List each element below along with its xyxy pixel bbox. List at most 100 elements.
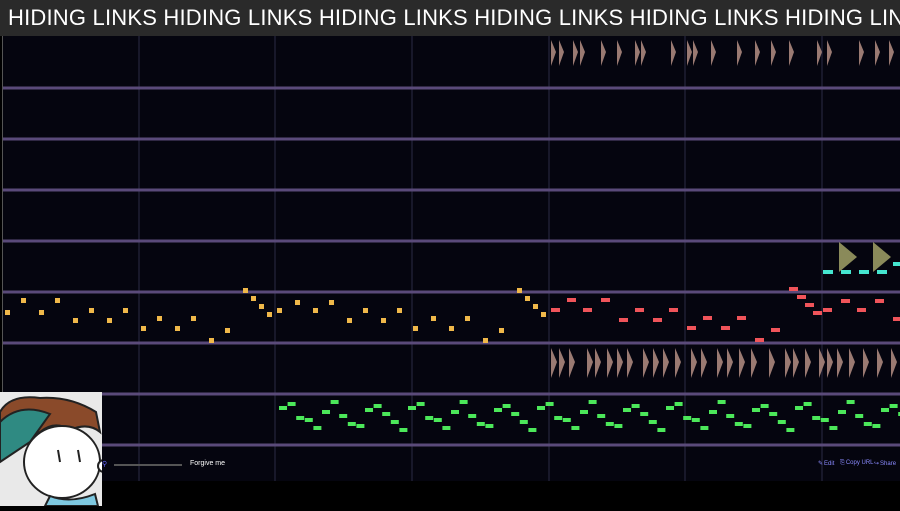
note-green xyxy=(408,406,416,410)
note-red xyxy=(653,318,662,322)
note-green xyxy=(683,416,692,420)
note-red xyxy=(669,308,678,312)
note-green xyxy=(795,406,803,410)
share-icon: ↪ xyxy=(874,461,880,467)
note-green xyxy=(623,408,631,412)
note-green xyxy=(872,424,881,428)
note-red xyxy=(857,308,866,312)
avatar-drawing xyxy=(0,396,111,507)
note-triangle xyxy=(877,348,883,378)
note-triangle xyxy=(607,348,613,378)
note-green xyxy=(648,420,657,424)
magnifier-icon[interactable]: ⚲ xyxy=(102,460,110,468)
note-yellow xyxy=(5,310,10,315)
note-green xyxy=(304,418,313,422)
note-red xyxy=(789,287,798,291)
note-green xyxy=(743,424,752,428)
channel-divider xyxy=(3,188,900,192)
note-green xyxy=(356,424,365,428)
note-triangle xyxy=(595,348,601,378)
note-triangle xyxy=(573,40,578,66)
note-yellow xyxy=(541,312,546,317)
note-green xyxy=(777,420,786,424)
note-green xyxy=(846,400,855,404)
note-yellow xyxy=(517,288,522,293)
note-red xyxy=(635,308,644,312)
note-green xyxy=(820,418,829,422)
bar-lines xyxy=(138,36,823,481)
note-triangle xyxy=(687,40,692,66)
note-green xyxy=(554,416,563,420)
note-triangle xyxy=(771,40,776,66)
note-triangle xyxy=(711,40,716,66)
channel-divider xyxy=(3,86,900,90)
note-green xyxy=(313,426,322,430)
note-yellow xyxy=(363,308,368,313)
note-green xyxy=(365,408,373,412)
note-red xyxy=(805,303,814,307)
note-green xyxy=(855,414,864,418)
note-editor[interactable] xyxy=(2,36,900,481)
note-green xyxy=(296,416,305,420)
channel-divider xyxy=(3,341,900,345)
share-link[interactable]: ↪Share xyxy=(874,460,896,467)
channel-divider xyxy=(3,239,900,243)
channel-divider xyxy=(3,443,900,447)
note-green xyxy=(562,418,571,422)
note-yellow xyxy=(431,316,436,321)
note-triangle xyxy=(805,348,811,378)
note-green xyxy=(812,416,821,420)
note-triangle-olive xyxy=(839,242,857,272)
note-yellow xyxy=(295,300,300,305)
note-green xyxy=(347,422,356,426)
note-triangle xyxy=(889,40,894,66)
note-yellow xyxy=(157,316,162,321)
note-green xyxy=(339,414,348,418)
note-green xyxy=(502,404,511,408)
note-yellow xyxy=(313,308,318,313)
note-green xyxy=(760,404,769,408)
note-green xyxy=(459,400,468,404)
note-green xyxy=(838,410,846,414)
note-triangle xyxy=(617,348,623,378)
pattern-grid[interactable] xyxy=(3,36,900,481)
channel-dividers xyxy=(3,86,900,447)
note-red xyxy=(703,316,712,320)
note-green xyxy=(881,408,889,412)
note-yellow xyxy=(225,328,230,333)
note-triangle xyxy=(653,348,659,378)
character-face-icon xyxy=(0,392,111,507)
note-triangle xyxy=(627,348,633,378)
note-green xyxy=(631,404,640,408)
note-triangle xyxy=(635,40,640,66)
note-yellow xyxy=(449,326,454,331)
edit-link[interactable]: ✎Edit xyxy=(818,460,834,467)
note-green xyxy=(425,416,434,420)
note-triangle xyxy=(793,348,799,378)
note-yellow xyxy=(397,308,402,313)
note-green xyxy=(640,412,649,416)
note-green xyxy=(614,424,623,428)
note-cyan xyxy=(893,262,900,266)
note-triangle xyxy=(789,40,794,66)
note-green xyxy=(494,408,502,412)
note-triangle xyxy=(827,40,832,66)
note-cyan xyxy=(823,270,833,274)
copy-url-link[interactable]: ⎘Copy URL xyxy=(840,460,874,467)
note-triangle xyxy=(891,348,897,378)
note-yellow xyxy=(267,312,272,317)
note-triangle xyxy=(693,40,698,66)
note-green xyxy=(691,418,700,422)
note-red xyxy=(823,308,832,312)
note-triangle xyxy=(641,40,646,66)
note-green xyxy=(485,424,494,428)
note-triangle xyxy=(863,348,869,378)
note-red xyxy=(737,316,746,320)
note-triangle xyxy=(559,40,564,66)
zoom-slider[interactable] xyxy=(114,464,182,466)
note-green xyxy=(571,426,580,430)
note-red xyxy=(893,317,900,321)
note-red xyxy=(687,326,696,330)
note-green xyxy=(657,428,666,432)
note-red xyxy=(797,295,806,299)
